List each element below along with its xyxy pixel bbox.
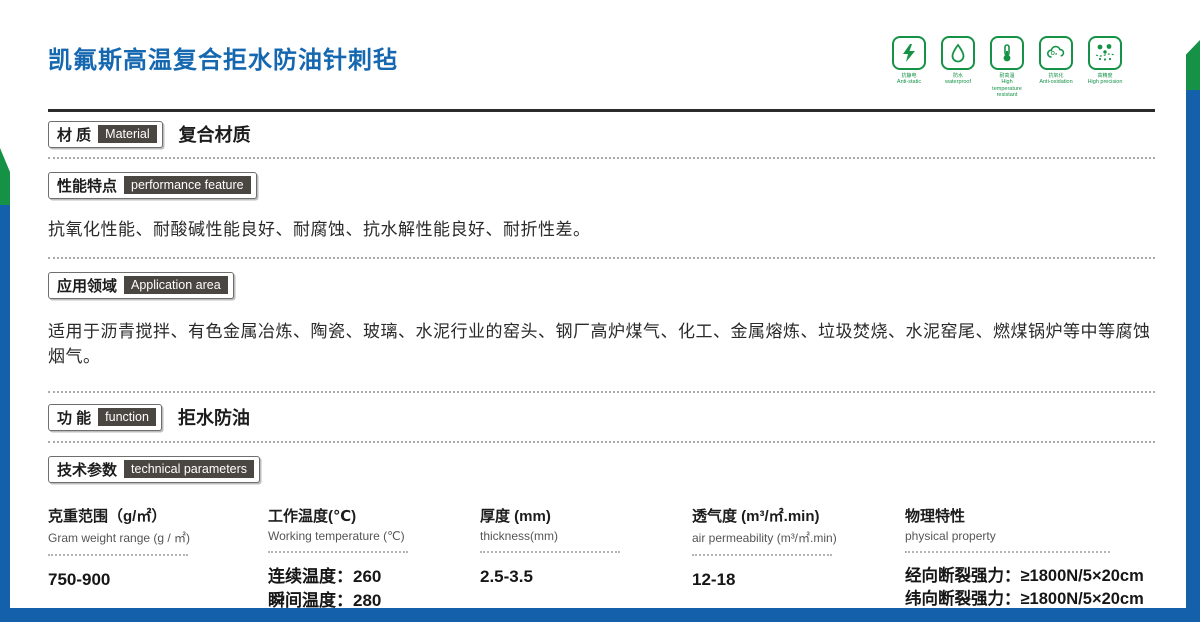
thermometer-icon — [990, 36, 1024, 70]
cert-anti-oxidation: O₂ 抗氧化 Anti-oxidation — [1036, 36, 1076, 99]
application-label-en: Application area — [124, 276, 228, 295]
param-air-permeability: 透气度 (m³/㎡.min) air permeability (m³/㎡.mi… — [692, 505, 905, 613]
tech-label-zh: 技术参数 — [57, 461, 118, 479]
material-label-en: Material — [98, 125, 157, 144]
cert-high-precision: 高精度 High precision — [1085, 36, 1125, 99]
section-tech: 技术参数 technical parameters — [48, 455, 1155, 483]
right-blue-band — [1186, 90, 1200, 622]
param-physical-property: 物理特性 physical property 经向断裂强力：≥1800N/5×2… — [905, 505, 1155, 613]
dotted-underline — [692, 553, 832, 556]
header: 凯氟斯高温复合拒水防油针刺毡 抗静电 Anti-static 防水 waterp… — [48, 36, 1155, 99]
param-header-zh: 工作温度(℃) — [268, 507, 357, 525]
material-label-zh: 材 质 — [57, 126, 92, 144]
dotted-divider — [48, 256, 1155, 259]
precision-dots-icon — [1088, 36, 1122, 70]
waterdrop-icon — [941, 36, 975, 70]
right-green-wedge — [1186, 40, 1200, 92]
cert-label-zh: 抗氧化 — [1048, 73, 1064, 79]
tech-label-en: technical parameters — [124, 460, 255, 479]
page-title: 凯氟斯高温复合拒水防油针刺毡 — [48, 47, 398, 74]
cert-label-en: Anti-static — [896, 79, 922, 85]
left-green-wedge — [0, 148, 10, 208]
certification-badges: 抗静电 Anti-static 防水 waterproof 耐高温 High t… — [889, 36, 1125, 99]
cert-label-zh: 高精度 — [1097, 73, 1113, 79]
dotted-divider — [48, 440, 1155, 443]
cert-waterproof: 防水 waterproof — [938, 36, 978, 99]
param-header-zh: 透气度 (m³/㎡.min) — [692, 507, 820, 525]
param-value: 750-900 — [48, 569, 111, 589]
param-value: 纬向断裂强力：≥1800N/5×20cm — [905, 589, 1144, 608]
param-working-temperature: 工作温度(℃) Working temperature (℃) 连续温度：260… — [268, 505, 480, 613]
application-label-zh: 应用领域 — [57, 277, 118, 295]
left-blue-band — [0, 205, 10, 622]
cert-label-en: Anti-oxidation — [1039, 79, 1073, 85]
param-header-en: Gram weight range (g / ㎡) — [48, 530, 191, 545]
application-text: 适用于沥青搅拌、有色金属冶炼、陶瓷、玻璃、水泥行业的窑头、钢厂高炉煤气、化工、金… — [48, 321, 1151, 366]
param-header-en: Working temperature (℃) — [268, 528, 405, 543]
dotted-underline — [905, 550, 1110, 553]
dotted-underline — [480, 550, 620, 553]
section-material: 材 质 Material 复合材质 — [48, 120, 1155, 148]
feature-label-en: performance feature — [124, 176, 251, 195]
section-application: 应用领域 Application area 适用于沥青搅拌、有色金属冶炼、陶瓷、… — [48, 271, 1155, 367]
param-header-en: air permeability (m³/㎡.min) — [692, 530, 837, 545]
header-rule — [48, 108, 1155, 112]
param-value: 12-18 — [692, 569, 736, 589]
cert-anti-static: 抗静电 Anti-static — [889, 36, 929, 99]
dotted-underline — [268, 550, 408, 553]
dotted-divider — [48, 390, 1155, 393]
cert-label-zh: 耐高温 — [999, 73, 1015, 79]
section-feature: 性能特点 performance feature 抗氧化性能、耐酸碱性能良好、耐… — [48, 171, 1155, 240]
param-header-zh: 物理特性 — [905, 507, 966, 525]
cert-label-en: High precision — [1087, 79, 1123, 85]
function-label-zh: 功 能 — [57, 409, 92, 427]
param-value: 瞬间温度：280 — [268, 590, 382, 610]
parameters-table: 克重范围（g/㎡） Gram weight range (g / ㎡) 750-… — [48, 505, 1155, 613]
param-thickness: 厚度 (mm) thickness(mm) 2.5-3.5 — [480, 505, 692, 613]
material-value: 复合材质 — [178, 125, 251, 146]
feature-label-box: 性能特点 performance feature — [48, 171, 257, 199]
feature-label-zh: 性能特点 — [57, 177, 118, 195]
param-header-zh: 厚度 (mm) — [480, 507, 551, 525]
datasheet-page: 凯氟斯高温复合拒水防油针刺毡 抗静电 Anti-static 防水 waterp… — [0, 0, 1200, 622]
function-label-en: function — [98, 408, 156, 427]
cert-label-zh: 防水 — [952, 73, 963, 79]
svg-text:O₂: O₂ — [1051, 51, 1058, 57]
cert-label-zh: 抗静电 — [901, 73, 917, 79]
cloud-o2-icon: O₂ — [1039, 36, 1073, 70]
cert-label-en: High temperature resistant — [992, 79, 1022, 99]
param-header-zh: 克重范围（g/㎡） — [48, 507, 167, 525]
cert-high-temperature: 耐高温 High temperature resistant — [987, 36, 1027, 99]
section-function: 功 能 function 拒水防油 — [48, 403, 1155, 431]
feature-text: 抗氧化性能、耐酸碱性能良好、耐腐蚀、抗水解性能良好、耐折性差。 — [48, 219, 591, 239]
param-value: 经向断裂强力：≥1800N/5×20cm — [905, 566, 1144, 585]
dotted-divider — [48, 156, 1155, 159]
application-label-box: 应用领域 Application area — [48, 271, 234, 299]
param-header-en: thickness(mm) — [480, 528, 559, 543]
param-value: 连续温度：260 — [268, 566, 382, 586]
tech-label-box: 技术参数 technical parameters — [48, 455, 261, 483]
param-header-en: physical property — [905, 528, 996, 543]
param-gram-weight: 克重范围（g/㎡） Gram weight range (g / ㎡) 750-… — [48, 505, 268, 613]
material-label-box: 材 质 Material — [48, 120, 163, 148]
lightning-icon — [892, 36, 926, 70]
cert-label-en: waterproof — [945, 79, 971, 85]
function-value: 拒水防油 — [177, 408, 250, 429]
function-label-box: 功 能 function — [48, 403, 162, 431]
dotted-underline — [48, 553, 188, 556]
param-value: 2.5-3.5 — [480, 566, 533, 586]
